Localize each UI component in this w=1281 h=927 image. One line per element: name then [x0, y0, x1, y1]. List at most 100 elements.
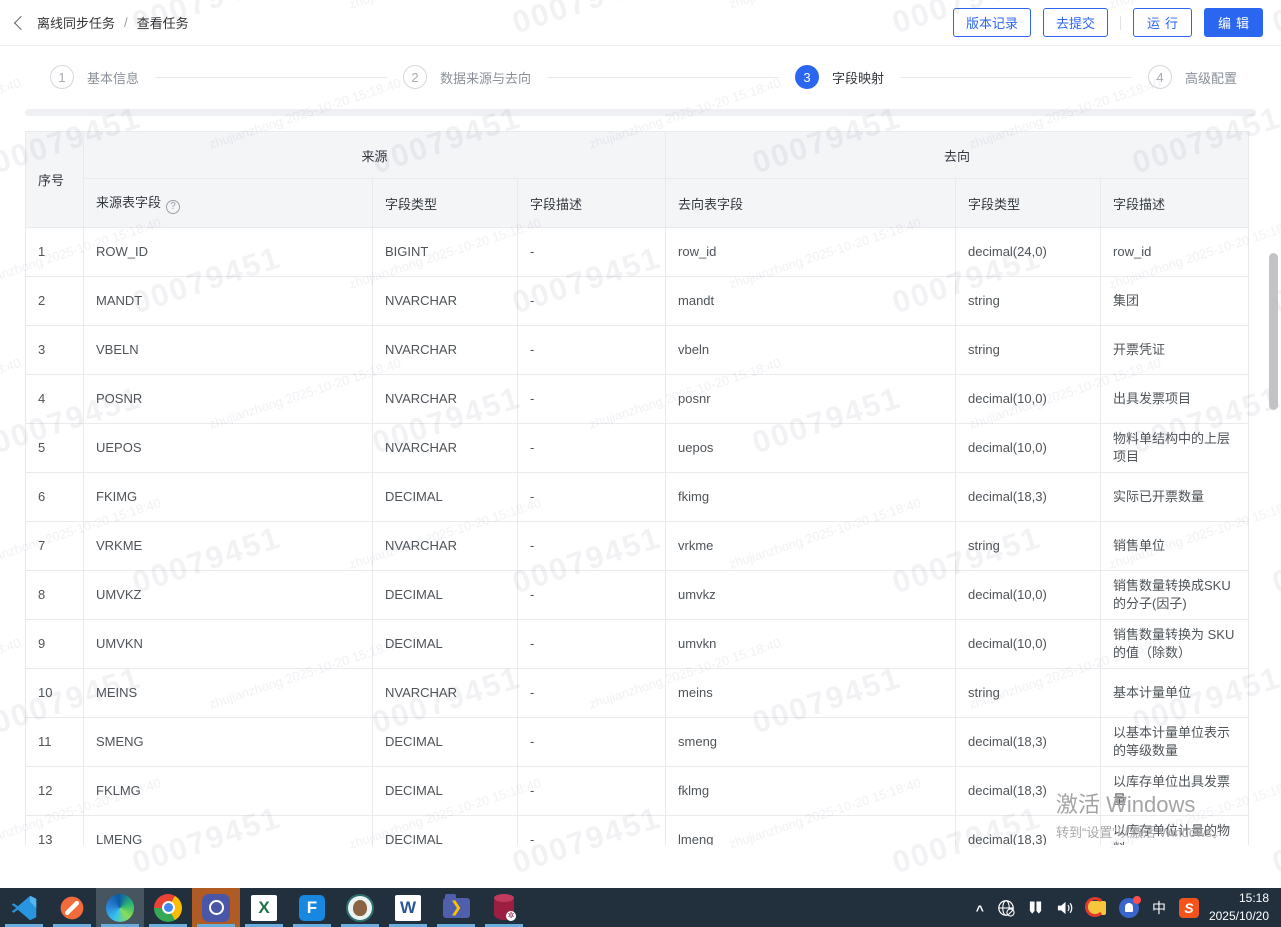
- sogou-input-icon[interactable]: S: [1179, 898, 1199, 918]
- cell-target-type: string: [956, 277, 1101, 326]
- table-body: 1ROW_IDBIGINT-row_iddecimal(24,0)row_id2…: [26, 228, 1249, 846]
- cell-row-index: 9: [26, 620, 84, 669]
- cell-target-field: lmeng: [666, 816, 956, 846]
- chat-app-icon[interactable]: [192, 888, 240, 927]
- cell-target-type: decimal(10,0): [956, 620, 1101, 669]
- cell-source-desc: -: [518, 767, 666, 816]
- folder-tool-icon[interactable]: ❯: [432, 888, 480, 927]
- column-header-index: 序号: [26, 132, 84, 228]
- cell-source-field: UMVKZ: [84, 571, 373, 620]
- cell-target-type: decimal(18,3): [956, 767, 1101, 816]
- cell-target-field: fklmg: [666, 767, 956, 816]
- cell-target-desc: 集团: [1101, 277, 1249, 326]
- breadcrumb-current: 查看任务: [137, 13, 189, 32]
- back-chevron-icon[interactable]: [14, 15, 28, 29]
- chrome-browser-icon[interactable]: [144, 888, 192, 927]
- foxmail-icon[interactable]: [1088, 901, 1106, 915]
- run-button[interactable]: 运行: [1133, 8, 1192, 37]
- scrollbar-thumb[interactable]: [1269, 253, 1278, 410]
- cell-target-desc: 销售数量转换为 SKU 的值（除数）: [1101, 620, 1249, 669]
- cell-target-desc: 实际已开票数量: [1101, 473, 1249, 522]
- cell-source-desc: -: [518, 375, 666, 424]
- cell-source-field: MEINS: [84, 669, 373, 718]
- table-row: 2MANDTNVARCHAR-mandtstring集团: [26, 277, 1249, 326]
- breadcrumb: 离线同步任务 / 查看任务: [16, 13, 189, 32]
- cell-row-index: 2: [26, 277, 84, 326]
- vscode-icon[interactable]: [0, 888, 48, 927]
- cell-source-field: LMENG: [84, 816, 373, 846]
- vertical-scrollbar[interactable]: [1268, 0, 1281, 888]
- cell-target-type: string: [956, 522, 1101, 571]
- horizontal-scrollbar[interactable]: [25, 109, 1256, 116]
- cell-row-index: 4: [26, 375, 84, 424]
- column-header-target-desc: 字段描述: [1101, 179, 1249, 228]
- database-tool-icon[interactable]: ✲: [480, 888, 528, 927]
- cell-target-field: mandt: [666, 277, 956, 326]
- step-connector: [547, 77, 779, 78]
- cell-target-type: decimal(10,0): [956, 424, 1101, 473]
- submit-button[interactable]: 去提交: [1043, 8, 1108, 37]
- help-question-icon[interactable]: ?: [166, 200, 180, 214]
- table-row: 12FKLMGDECIMAL-fklmgdecimal(18,3)以库存单位出具…: [26, 767, 1249, 816]
- network-globe-icon[interactable]: [997, 899, 1015, 917]
- app-screen: 离线同步任务 / 查看任务 版本记录 去提交 运行 编辑 1 基本信息 2 数据…: [0, 0, 1281, 927]
- tray-expand-chevron-icon[interactable]: ^: [976, 902, 984, 918]
- table-row: 10MEINSNVARCHAR-meinsstring基本计量单位: [26, 669, 1249, 718]
- cell-source-type: DECIMAL: [373, 571, 518, 620]
- cell-target-desc: 以库存单位出具发票量: [1101, 767, 1249, 816]
- volume-icon[interactable]: [1056, 900, 1075, 916]
- notification-app-icon[interactable]: [1119, 898, 1139, 918]
- step-advanced-config[interactable]: 4 高级配置: [1148, 65, 1237, 89]
- step-3-circle: 3: [795, 65, 819, 89]
- cell-source-type: NVARCHAR: [373, 669, 518, 718]
- column-group-target: 去向: [666, 132, 1249, 179]
- column-header-source-type: 字段类型: [373, 179, 518, 228]
- edit-button[interactable]: 编辑: [1204, 8, 1263, 37]
- cell-target-field: posnr: [666, 375, 956, 424]
- column-header-source-desc: 字段描述: [518, 179, 666, 228]
- defender-tiles-icon[interactable]: [1028, 900, 1043, 916]
- cell-source-type: DECIMAL: [373, 816, 518, 846]
- cell-source-desc: -: [518, 669, 666, 718]
- postman-icon[interactable]: [48, 888, 96, 927]
- ime-language-indicator[interactable]: 中: [1152, 898, 1166, 918]
- breadcrumb-separator: /: [124, 15, 128, 30]
- cell-target-type: decimal(24,0): [956, 228, 1101, 277]
- cell-target-desc: 出具发票项目: [1101, 375, 1249, 424]
- step-1-circle: 1: [50, 65, 74, 89]
- cell-target-field: fkimg: [666, 473, 956, 522]
- cell-source-type: NVARCHAR: [373, 375, 518, 424]
- table-row: 3VBELNNVARCHAR-vbelnstring开票凭证: [26, 326, 1249, 375]
- step-source-target[interactable]: 2 数据来源与去向: [403, 65, 531, 89]
- cell-source-field: POSNR: [84, 375, 373, 424]
- step-connector: [155, 77, 387, 78]
- cell-source-field: VBELN: [84, 326, 373, 375]
- cell-source-type: DECIMAL: [373, 718, 518, 767]
- column-header-source-field: 来源表字段?: [84, 179, 373, 228]
- cell-source-field: FKLMG: [84, 767, 373, 816]
- table-row: 11SMENGDECIMAL-smengdecimal(18,3)以基本计量单位…: [26, 718, 1249, 767]
- version-history-button[interactable]: 版本记录: [953, 8, 1031, 37]
- edge-browser-icon[interactable]: [96, 888, 144, 927]
- dbeaver-icon[interactable]: [336, 888, 384, 927]
- cell-source-desc: -: [518, 473, 666, 522]
- table-row: 6FKIMGDECIMAL-fkimgdecimal(18,3)实际已开票数量: [26, 473, 1249, 522]
- system-tray: ^ 中 S: [976, 888, 1209, 927]
- table-row: 1ROW_IDBIGINT-row_iddecimal(24,0)row_id: [26, 228, 1249, 277]
- clock-time: 15:18: [1209, 890, 1269, 907]
- excel-icon[interactable]: X: [240, 888, 288, 927]
- column-header-target-type: 字段类型: [956, 179, 1101, 228]
- word-icon[interactable]: W: [384, 888, 432, 927]
- cell-source-type: NVARCHAR: [373, 326, 518, 375]
- taskbar-clock[interactable]: 15:18 2025/10/20: [1209, 888, 1281, 927]
- mapping-table-container: 序号 来源 去向 来源表字段? 字段类型 字段描述 去向表字段 字段类型 字段描…: [25, 131, 1256, 845]
- wizard-stepper: 1 基本信息 2 数据来源与去向 3 字段映射 4 高级配置: [0, 46, 1281, 108]
- cell-target-desc: 以库存单位计量的物料: [1101, 816, 1249, 846]
- finalshell-icon[interactable]: F: [288, 888, 336, 927]
- cell-source-desc: -: [518, 718, 666, 767]
- cell-row-index: 5: [26, 424, 84, 473]
- breadcrumb-parent[interactable]: 离线同步任务: [37, 13, 115, 32]
- step-field-mapping[interactable]: 3 字段映射: [795, 65, 884, 89]
- step-basic-info[interactable]: 1 基本信息: [50, 65, 139, 89]
- table-row: 4POSNRNVARCHAR-posnrdecimal(10,0)出具发票项目: [26, 375, 1249, 424]
